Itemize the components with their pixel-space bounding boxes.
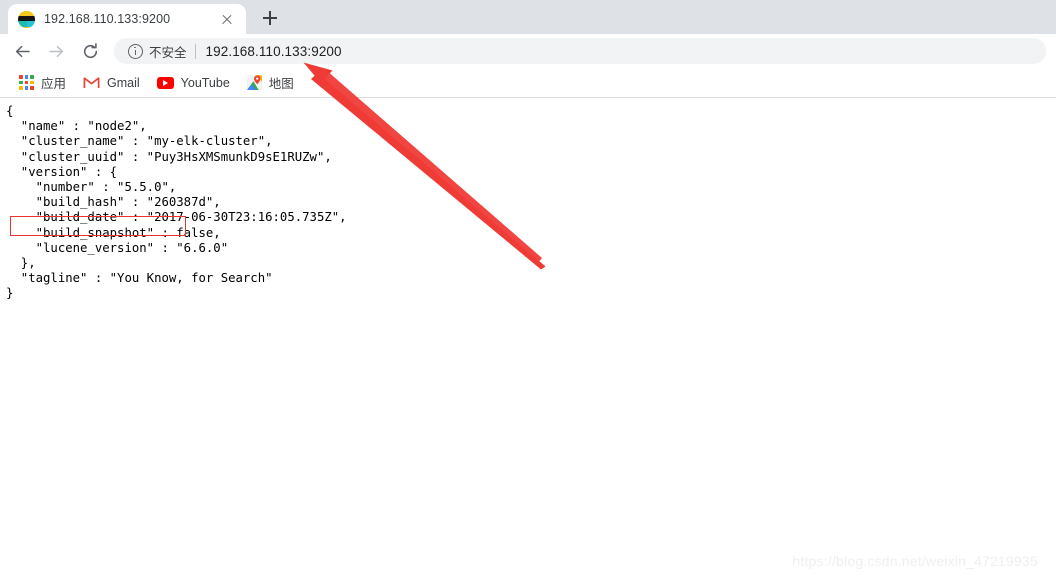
bookmark-apps[interactable]: 应用 [12, 71, 73, 95]
page-content: { "name" : "node2", "cluster_name" : "my… [0, 98, 1056, 581]
bookmark-maps[interactable]: 地图 [240, 71, 301, 95]
bookmarks-bar: 应用 Gmail YouTube 地图 [0, 68, 1056, 98]
tab-strip: 192.168.110.133:9200 [0, 0, 1056, 34]
bookmark-label: Gmail [107, 75, 140, 90]
tab-title: 192.168.110.133:9200 [44, 12, 171, 26]
gmail-icon [83, 76, 100, 89]
url-text[interactable]: 192.168.110.133:9200 [206, 44, 342, 59]
forward-icon[interactable] [42, 37, 70, 65]
elasticsearch-favicon-icon [18, 10, 35, 28]
info-circle-icon[interactable] [128, 43, 143, 59]
bookmark-label: 地图 [268, 77, 294, 91]
reload-icon[interactable] [76, 37, 104, 65]
browser-toolbar: 不安全 192.168.110.133:9200 [0, 34, 1056, 68]
bookmark-youtube[interactable]: YouTube [150, 71, 237, 95]
address-bar[interactable]: 不安全 192.168.110.133:9200 [114, 38, 1046, 64]
bookmark-gmail[interactable]: Gmail [76, 71, 147, 95]
security-status-label: 不安全 [149, 45, 187, 60]
close-icon[interactable] [218, 10, 236, 28]
bookmark-label: 应用 [41, 77, 67, 91]
json-response-body: { "name" : "node2", "cluster_name" : "my… [6, 104, 347, 301]
apps-grid-icon [19, 75, 34, 90]
youtube-icon [156, 76, 174, 89]
omnibox-divider [194, 43, 196, 59]
new-tab-button[interactable] [256, 4, 284, 32]
google-maps-icon [246, 75, 262, 90]
browser-tab[interactable]: 192.168.110.133:9200 [8, 4, 246, 34]
back-icon[interactable] [8, 37, 36, 65]
bookmark-label: YouTube [180, 75, 230, 90]
watermark-text: https://blog.csdn.net/weixin_47219935 [792, 553, 1038, 569]
browser-window: 192.168.110.133:9200 不安全 192.168.110.133… [0, 0, 1056, 583]
